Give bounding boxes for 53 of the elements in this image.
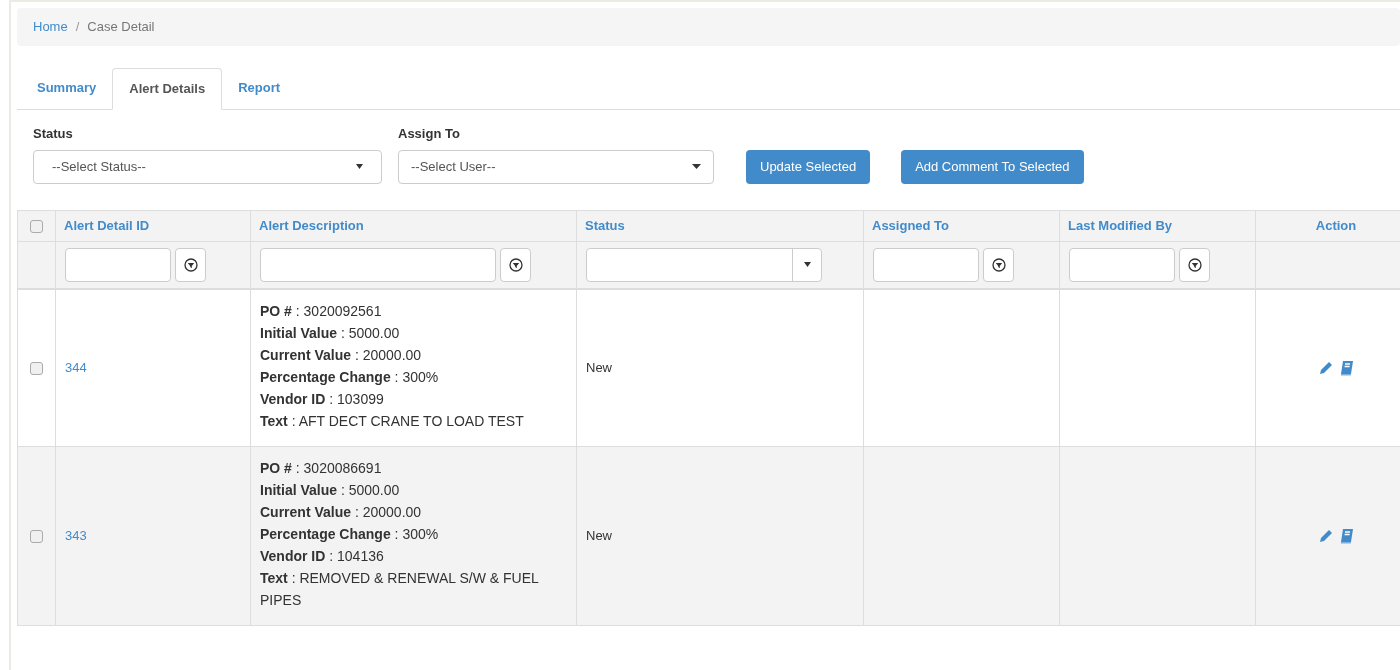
column-header[interactable]: Alert Description — [259, 217, 364, 233]
status-text: New — [586, 528, 612, 544]
filter-button[interactable] — [983, 247, 1014, 282]
filter-button[interactable] — [175, 247, 206, 282]
checkbox[interactable] — [30, 362, 43, 376]
filter-input[interactable] — [260, 247, 496, 282]
description-line: Initial Value : 5000.00 — [260, 481, 401, 500]
checkbox[interactable] — [30, 530, 43, 544]
book-icon[interactable] — [1340, 528, 1354, 544]
breadcrumb-separator: / — [75, 18, 80, 37]
description-line: Text : REMOVED & RENEWAL S/W & FUEL PIPES — [260, 569, 540, 610]
description-line: PO # : 3020092561 — [260, 302, 383, 321]
description-line: Percentage Change : 300% — [260, 525, 440, 544]
pencil-icon[interactable] — [1318, 528, 1334, 544]
dropdown-arrow-icon — [803, 262, 811, 268]
filter-input[interactable] — [65, 247, 171, 282]
breadcrumb-current: Case Detail — [87, 18, 155, 37]
description-line: Current Value : 20000.00 — [260, 346, 423, 365]
description-line: Vendor ID : 103099 — [260, 390, 385, 409]
filter-button[interactable] — [1179, 247, 1210, 282]
description-line: Text : AFT DECT CRANE TO LOAD TEST — [260, 412, 525, 431]
pencil-icon[interactable] — [1318, 360, 1334, 376]
update-selected-button[interactable]: Update Selected — [746, 149, 871, 184]
book-icon[interactable] — [1340, 360, 1354, 376]
filter-input[interactable] — [873, 247, 979, 282]
column-header[interactable]: Action — [1315, 217, 1357, 233]
alert-id-link[interactable]: 344 — [65, 360, 87, 376]
description-line: PO # : 3020086691 — [260, 459, 383, 478]
dropdown-arrow-icon — [692, 164, 701, 169]
description-line: Percentage Change : 300% — [260, 368, 440, 387]
filter-input[interactable] — [1069, 247, 1175, 282]
description-line: Initial Value : 5000.00 — [260, 324, 401, 343]
add-comment-button[interactable]: Add Comment To Selected — [901, 149, 1084, 184]
tab[interactable]: Alert Details — [112, 68, 223, 110]
filter-button[interactable] — [500, 247, 531, 282]
tab[interactable]: Summary — [21, 67, 113, 109]
filter-icon — [508, 257, 523, 272]
dropdown-arrow-icon — [356, 164, 363, 169]
tab[interactable]: Report — [222, 67, 296, 109]
filter-icon — [1187, 257, 1202, 272]
assign-to-label: Assign To — [398, 125, 461, 143]
user-select[interactable]: --Select User-- — [398, 149, 714, 184]
filter-icon — [991, 257, 1006, 272]
status-text: New — [586, 360, 612, 376]
column-header[interactable]: Status — [585, 217, 625, 233]
status-label: Status — [33, 125, 74, 143]
description-line: Current Value : 20000.00 — [260, 503, 423, 522]
alert-id-link[interactable]: 343 — [65, 528, 87, 544]
home-link[interactable]: Home — [33, 17, 68, 37]
status-select[interactable]: --Select Status-- — [33, 149, 382, 184]
filter-icon — [183, 257, 198, 272]
checkbox[interactable] — [30, 219, 43, 233]
description-line: Vendor ID : 104136 — [260, 547, 385, 566]
